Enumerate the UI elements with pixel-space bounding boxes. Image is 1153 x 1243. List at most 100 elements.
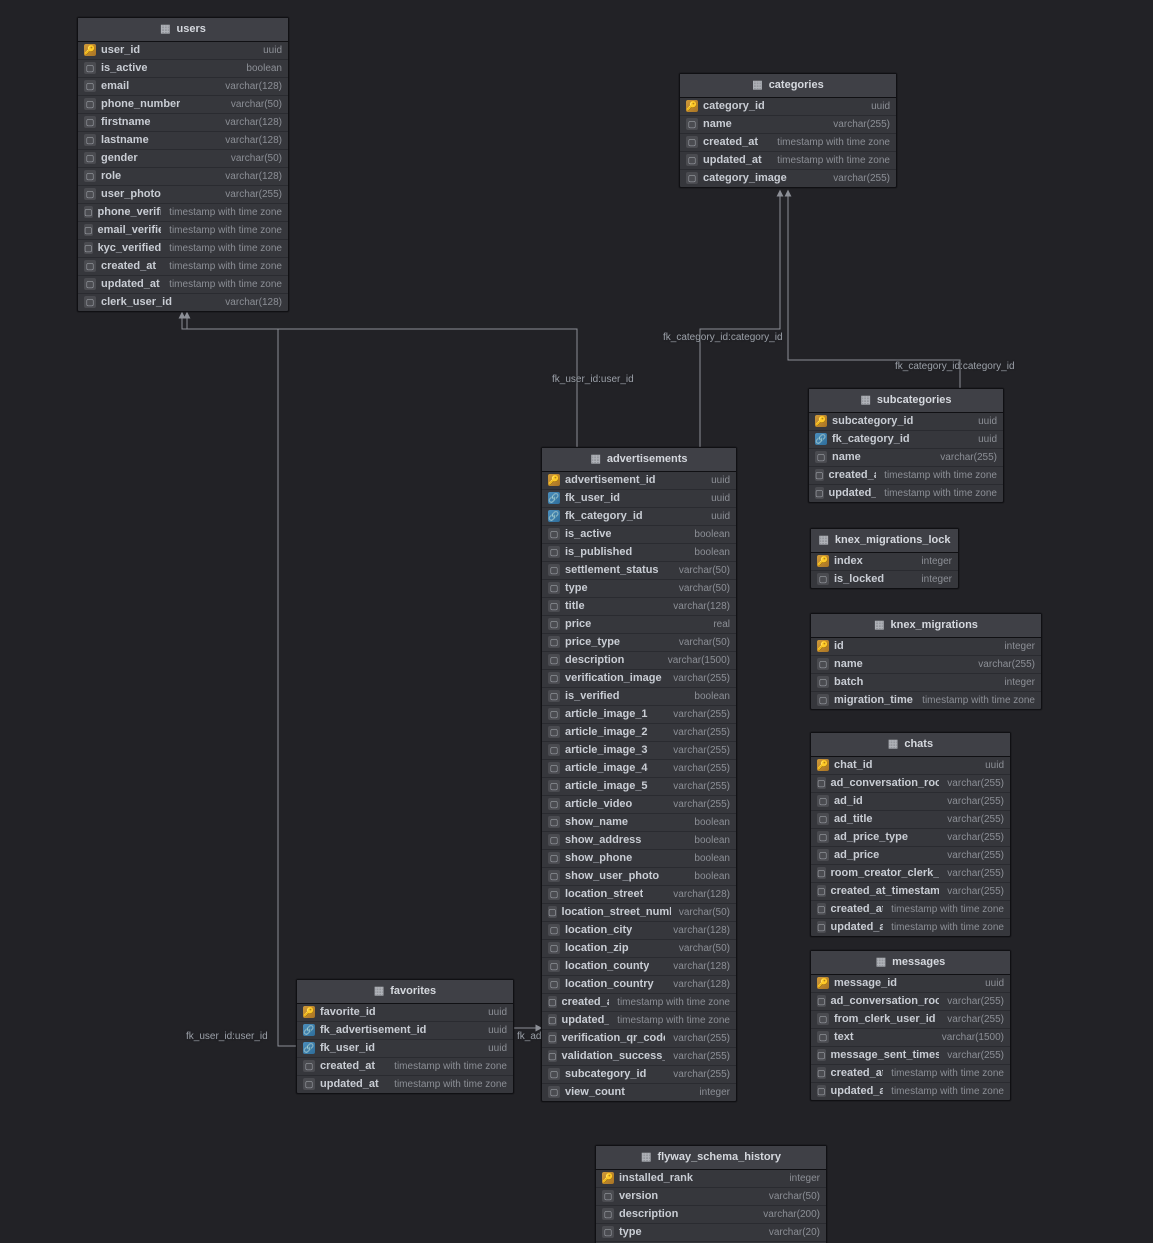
column-row[interactable]: ▢created_attimestamp with time zone xyxy=(811,1064,1010,1082)
table-chats[interactable]: ▦chats🔑chat_iduuid▢ad_conversation_room_… xyxy=(810,732,1011,937)
column-row[interactable]: ▢created_attimestamp with time zone xyxy=(680,133,896,151)
column-row[interactable]: ▢user_photovarchar(255) xyxy=(78,185,288,203)
column-row[interactable]: 🔑subcategory_iduuid xyxy=(809,413,1003,430)
table-favorites[interactable]: ▦favorites🔑favorite_iduuid🔗fk_advertisem… xyxy=(296,979,514,1094)
column-row[interactable]: ▢room_creator_clerk_user_idvarchar(255) xyxy=(811,864,1010,882)
column-row[interactable]: ▢clerk_user_idvarchar(128) xyxy=(78,293,288,311)
column-row[interactable]: ▢message_sent_timestampvarchar(255) xyxy=(811,1046,1010,1064)
column-row[interactable]: ▢article_image_3varchar(255) xyxy=(542,741,736,759)
column-row[interactable]: ▢created_at_timestampvarchar(255) xyxy=(811,882,1010,900)
column-row[interactable]: ▢is_activeboolean xyxy=(542,525,736,543)
table-header[interactable]: ▦knex_migrations_lock xyxy=(811,529,958,553)
column-row[interactable]: ▢is_publishedboolean xyxy=(542,543,736,561)
table-subcategories[interactable]: ▦subcategories🔑subcategory_iduuid🔗fk_cat… xyxy=(808,388,1004,503)
column-row[interactable]: ▢location_cityvarchar(128) xyxy=(542,921,736,939)
column-row[interactable]: ▢price_typevarchar(50) xyxy=(542,633,736,651)
column-row[interactable]: ▢updated_attimestamp with time zone xyxy=(78,275,288,293)
column-row[interactable]: ▢phone_verifiedtimestamp with time zone xyxy=(78,203,288,221)
table-messages[interactable]: ▦messages🔑message_iduuid▢ad_conversation… xyxy=(810,950,1011,1101)
column-row[interactable]: ▢created_attimestamp with time zone xyxy=(811,900,1010,918)
column-row[interactable]: ▢emailvarchar(128) xyxy=(78,77,288,95)
column-row[interactable]: 🔑idinteger xyxy=(811,638,1041,655)
column-row[interactable]: ▢gendervarchar(50) xyxy=(78,149,288,167)
column-row[interactable]: ▢created_attimestamp with time zone xyxy=(297,1057,513,1075)
column-row[interactable]: ▢updated_attimestamp with time zone xyxy=(809,484,1003,502)
column-row[interactable]: ▢location_street_numbervarchar(50) xyxy=(542,903,736,921)
table-header[interactable]: ▦categories xyxy=(680,74,896,98)
column-row[interactable]: 🔗fk_user_iduuid xyxy=(542,489,736,507)
column-row[interactable]: ▢titlevarchar(128) xyxy=(542,597,736,615)
column-row[interactable]: ▢article_image_1varchar(255) xyxy=(542,705,736,723)
column-row[interactable]: 🔑installed_rankinteger xyxy=(596,1170,826,1187)
table-flyway_schema_history[interactable]: ▦flyway_schema_history🔑installed_rankint… xyxy=(595,1145,827,1243)
column-row[interactable]: ▢show_addressboolean xyxy=(542,831,736,849)
column-row[interactable]: ▢verification_qr_codevarchar(255) xyxy=(542,1029,736,1047)
table-header[interactable]: ▦flyway_schema_history xyxy=(596,1146,826,1170)
column-row[interactable]: ▢created_attimestamp with time zone xyxy=(78,257,288,275)
column-row[interactable]: ▢show_phoneboolean xyxy=(542,849,736,867)
column-row[interactable]: ▢ad_pricevarchar(255) xyxy=(811,846,1010,864)
column-row[interactable]: ▢validation_success_tokenvarchar(255) xyxy=(542,1047,736,1065)
column-row[interactable]: 🔑indexinteger xyxy=(811,553,958,570)
column-row[interactable]: ▢typevarchar(20) xyxy=(596,1223,826,1241)
table-header[interactable]: ▦advertisements xyxy=(542,448,736,472)
column-row[interactable]: ▢pricereal xyxy=(542,615,736,633)
column-row[interactable]: 🔑message_iduuid xyxy=(811,975,1010,992)
column-row[interactable]: ▢verification_imagevarchar(255) xyxy=(542,669,736,687)
column-row[interactable]: ▢is_lockedinteger xyxy=(811,570,958,588)
column-row[interactable]: ▢is_verifiedboolean xyxy=(542,687,736,705)
table-header[interactable]: ▦users xyxy=(78,18,288,42)
column-row[interactable]: ▢batchinteger xyxy=(811,673,1041,691)
column-row[interactable]: 🔑favorite_iduuid xyxy=(297,1004,513,1021)
column-row[interactable]: ▢namevarchar(255) xyxy=(809,448,1003,466)
column-row[interactable]: ▢rolevarchar(128) xyxy=(78,167,288,185)
column-row[interactable]: ▢descriptionvarchar(1500) xyxy=(542,651,736,669)
column-row[interactable]: ▢ad_idvarchar(255) xyxy=(811,792,1010,810)
table-advertisements[interactable]: ▦advertisements🔑advertisement_iduuid🔗fk_… xyxy=(541,447,737,1102)
column-row[interactable]: ▢article_videovarchar(255) xyxy=(542,795,736,813)
column-row[interactable]: ▢migration_timetimestamp with time zone xyxy=(811,691,1041,709)
column-row[interactable]: 🔑chat_iduuid xyxy=(811,757,1010,774)
table-users[interactable]: ▦users🔑user_iduuid▢is_activeboolean▢emai… xyxy=(77,17,289,312)
column-row[interactable]: ▢location_zipvarchar(50) xyxy=(542,939,736,957)
column-row[interactable]: ▢subcategory_idvarchar(255) xyxy=(542,1065,736,1083)
column-row[interactable]: ▢ad_titlevarchar(255) xyxy=(811,810,1010,828)
column-row[interactable]: ▢updated_attimestamp with time zone xyxy=(811,1082,1010,1100)
erd-canvas[interactable]: fk_user_id:user_idfk_category_id:categor… xyxy=(0,0,1153,1243)
column-row[interactable]: ▢updated_attimestamp with time zone xyxy=(811,918,1010,936)
column-row[interactable]: ▢article_image_5varchar(255) xyxy=(542,777,736,795)
column-row[interactable]: ▢settlement_statusvarchar(50) xyxy=(542,561,736,579)
column-row[interactable]: 🔑category_iduuid xyxy=(680,98,896,115)
column-row[interactable]: ▢article_image_2varchar(255) xyxy=(542,723,736,741)
table-knex_migrations[interactable]: ▦knex_migrations🔑idinteger▢namevarchar(2… xyxy=(810,613,1042,710)
column-row[interactable]: ▢updated_attimestamp with time zone xyxy=(542,1011,736,1029)
column-row[interactable]: ▢article_image_4varchar(255) xyxy=(542,759,736,777)
column-row[interactable]: ▢typevarchar(50) xyxy=(542,579,736,597)
table-categories[interactable]: ▦categories🔑category_iduuid▢namevarchar(… xyxy=(679,73,897,188)
table-header[interactable]: ▦favorites xyxy=(297,980,513,1004)
column-row[interactable]: ▢namevarchar(255) xyxy=(680,115,896,133)
column-row[interactable]: ▢created_attimestamp with time zone xyxy=(809,466,1003,484)
column-row[interactable]: ▢namevarchar(255) xyxy=(811,655,1041,673)
column-row[interactable]: 🔑user_iduuid xyxy=(78,42,288,59)
table-header[interactable]: ▦subcategories xyxy=(809,389,1003,413)
column-row[interactable]: ▢firstnamevarchar(128) xyxy=(78,113,288,131)
table-knex_migrations_lock[interactable]: ▦knex_migrations_lock🔑indexinteger▢is_lo… xyxy=(810,528,959,589)
column-row[interactable]: ▢updated_attimestamp with time zone xyxy=(680,151,896,169)
column-row[interactable]: ▢textvarchar(1500) xyxy=(811,1028,1010,1046)
column-row[interactable]: ▢lastnamevarchar(128) xyxy=(78,131,288,149)
column-row[interactable]: ▢show_nameboolean xyxy=(542,813,736,831)
column-row[interactable]: 🔗fk_category_iduuid xyxy=(542,507,736,525)
column-row[interactable]: 🔑advertisement_iduuid xyxy=(542,472,736,489)
column-row[interactable]: ▢email_verifiedtimestamp with time zone xyxy=(78,221,288,239)
column-row[interactable]: ▢created_attimestamp with time zone xyxy=(542,993,736,1011)
column-row[interactable]: 🔗fk_user_iduuid xyxy=(297,1039,513,1057)
column-row[interactable]: ▢category_imagevarchar(255) xyxy=(680,169,896,187)
column-row[interactable]: ▢location_countryvarchar(128) xyxy=(542,975,736,993)
column-row[interactable]: ▢show_user_photoboolean xyxy=(542,867,736,885)
column-row[interactable]: ▢location_countyvarchar(128) xyxy=(542,957,736,975)
column-row[interactable]: ▢versionvarchar(50) xyxy=(596,1187,826,1205)
table-header[interactable]: ▦messages xyxy=(811,951,1010,975)
column-row[interactable]: ▢phone_numbervarchar(50) xyxy=(78,95,288,113)
column-row[interactable]: ▢updated_attimestamp with time zone xyxy=(297,1075,513,1093)
